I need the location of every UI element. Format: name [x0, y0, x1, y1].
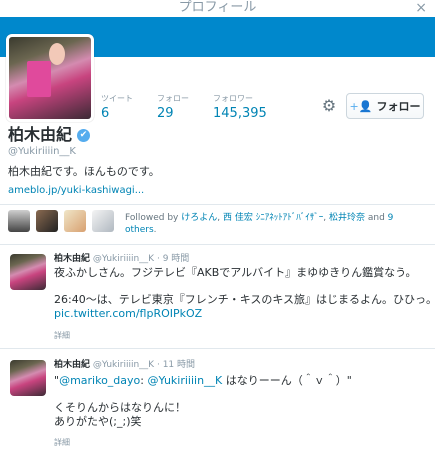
stat-following-value: 29 — [157, 106, 174, 121]
follower-link[interactable]: 松井玲奈 — [329, 213, 365, 223]
tweet-item[interactable]: 柏木由紀 @Yukiriiiin__K · 11 時間 "@mariko_day… — [0, 350, 435, 450]
divider — [0, 244, 435, 245]
tweet-link-row: pic.twitter.com/flpROIPkOZ — [54, 307, 426, 321]
tweet-author-name[interactable]: 柏木由紀 — [54, 254, 90, 264]
followed-by-text: Followed by けろよん, 西 佳宏 ｼﾆｱﾈｯﾄｱﾄﾞﾊﾞｲｻﾞｰ, … — [125, 212, 425, 236]
followed-by-prefix: Followed by — [125, 213, 182, 223]
profile-url[interactable]: ameblo.jp/yuki-kashiwagi... — [8, 185, 144, 196]
gear-icon[interactable]: ⚙ — [320, 97, 338, 115]
profile-name-text: 柏木由紀 — [8, 125, 73, 144]
followed-by-end: . — [153, 225, 157, 235]
tweet-item[interactable]: 柏木由紀 @Yukiriiiin__K · 9 時間 夜ふかしさん。フジテレビ『… — [0, 246, 435, 346]
stat-followers-label: フォロワー — [213, 94, 253, 103]
tweet-text-line: "@mariko_dayo: @Yukiriiiin__K はなりーーん（＾ｖ＾… — [54, 374, 426, 388]
divider — [0, 348, 435, 349]
tweet-time[interactable]: · 11 時間 — [157, 360, 195, 370]
tweet-detail-link[interactable]: 詳細 — [54, 330, 70, 341]
profile-handle: @Yukiriiiin__K — [8, 146, 76, 157]
tweet-author-handle: @Yukiriiiin__K — [92, 360, 155, 370]
stat-following-label: フォロー — [157, 94, 189, 103]
stat-followers-value: 145,395 — [213, 106, 267, 121]
follow-button-label: フォロー — [376, 100, 421, 113]
follower-link[interactable]: けろよん — [181, 213, 217, 223]
tweet-author-handle: @Yukiriiiin__K — [92, 254, 155, 264]
profile-stats: ツイート 6 フォロー 29 フォロワー 145,395 — [101, 94, 291, 122]
tweet-detail-link[interactable]: 詳細 — [54, 437, 70, 448]
profile-avatar[interactable] — [6, 34, 94, 122]
profile-bio: 柏木由紀です。ほんものです。 — [8, 165, 160, 178]
quote-text: はなりーーん（＾ｖ＾）" — [222, 374, 352, 387]
mention-link[interactable]: @Yukiriiiin__K — [147, 374, 222, 387]
follower-avatar[interactable] — [92, 210, 114, 232]
verified-badge-icon: ✔ — [77, 128, 91, 142]
follower-avatar[interactable] — [36, 210, 58, 232]
close-icon[interactable]: × — [415, 0, 427, 16]
follower-avatar[interactable] — [64, 210, 86, 232]
tweet-avatar[interactable] — [10, 360, 46, 396]
tweet-avatar[interactable] — [10, 254, 46, 290]
tweet-text-line: 夜ふかしさん。フジテレビ『AKBでアルバイト』まゆゆきりん鑑賞なう。 — [54, 266, 417, 279]
tweet-text-line: くそりんからはなりんに！ — [54, 401, 186, 414]
tweet-text-line: 26:40～は、テレビ東京『フレンチ・キスのキス旅』はじまるよん。ひひっ。 — [54, 293, 435, 306]
tweet-header: 柏木由紀 @Yukiriiiin__K · 9 時間 — [54, 253, 189, 265]
stat-tweets-value: 6 — [101, 106, 110, 121]
tweet-header: 柏木由紀 @Yukiriiiin__K · 11 時間 — [54, 359, 195, 371]
tweet-text-line: ありがたや(;_;)笑 — [54, 415, 142, 428]
modal-title: プロフィール — [178, 0, 257, 15]
follower-avatar[interactable] — [8, 210, 30, 232]
divider — [0, 204, 435, 205]
stat-following[interactable]: フォロー 29 — [157, 94, 189, 122]
tweet-author-name[interactable]: 柏木由紀 — [54, 360, 90, 370]
add-user-icon: +👤 — [349, 99, 373, 113]
modal-header: プロフィール × — [0, 0, 435, 17]
stat-followers[interactable]: フォロワー 145,395 — [213, 94, 267, 122]
stat-tweets-label: ツイート — [101, 94, 133, 103]
tweet-pic-link[interactable]: pic.twitter.com/flpROIPkOZ — [54, 307, 202, 320]
tweet-time[interactable]: · 9 時間 — [157, 254, 189, 264]
profile-name: 柏木由紀 ✔ — [8, 125, 91, 145]
follower-link[interactable]: 西 佳宏 ｼﾆｱﾈｯﾄｱﾄﾞﾊﾞｲｻﾞｰ — [223, 213, 323, 223]
followed-by-and: and — [364, 213, 388, 223]
stat-tweets[interactable]: ツイート 6 — [101, 94, 133, 122]
follow-button[interactable]: +👤 フォロー — [346, 93, 424, 119]
followed-by-row: Followed by けろよん, 西 佳宏 ｼﾆｱﾈｯﾄｱﾄﾞﾊﾞｲｻﾞｰ, … — [8, 210, 428, 240]
mention-link[interactable]: @mariko_dayo — [59, 374, 140, 387]
